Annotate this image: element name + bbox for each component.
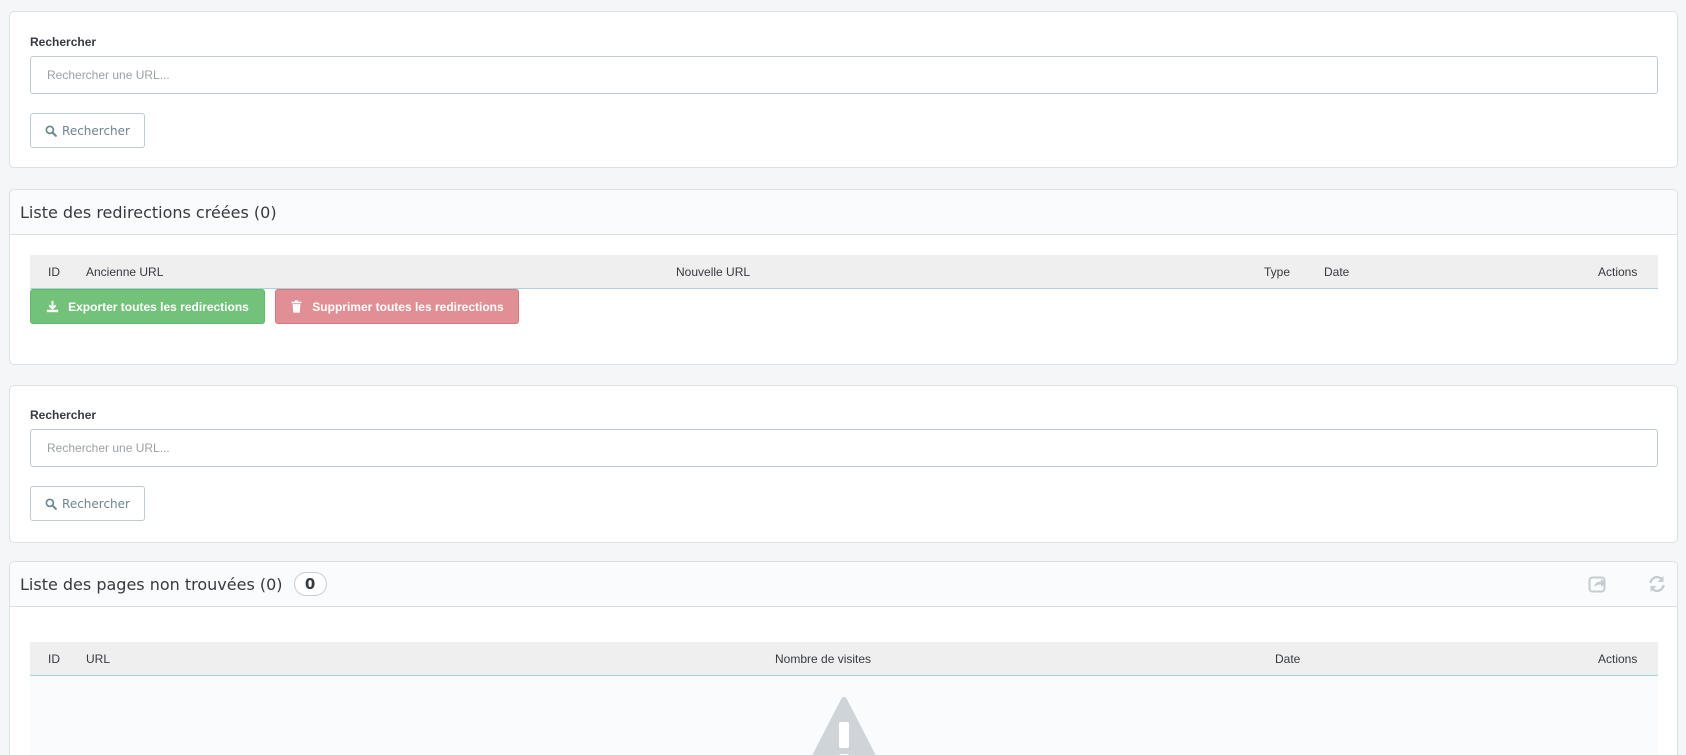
column-type: Type bbox=[1264, 265, 1291, 279]
not-found-table-header: ID URL Nombre de visites Date Actions bbox=[30, 642, 1658, 676]
search-button-label: Rechercher bbox=[62, 123, 130, 138]
search-label: Rechercher bbox=[30, 35, 97, 49]
redirections-panel: Liste des redirections créées (0) ID Anc… bbox=[9, 189, 1678, 365]
empty-table-area bbox=[30, 676, 1658, 755]
column-id: ID bbox=[48, 265, 60, 279]
not-found-panel: Liste des pages non trouvées (0) 0 ID UR… bbox=[9, 561, 1678, 755]
search-panel-top: Rechercher Rechercher bbox=[9, 11, 1678, 168]
refresh-icon[interactable] bbox=[1647, 574, 1667, 594]
column-url: URL bbox=[86, 652, 111, 666]
column-actions: Actions bbox=[1598, 265, 1638, 279]
not-found-heading: Liste des pages non trouvées (0) 0 bbox=[10, 562, 1677, 607]
column-new-url: Nouvelle URL bbox=[676, 265, 751, 279]
download-icon bbox=[46, 300, 59, 313]
search-icon bbox=[45, 125, 57, 137]
search-input[interactable] bbox=[30, 56, 1658, 94]
not-found-title: Liste des pages non trouvées (0) bbox=[20, 574, 283, 594]
export-redirections-button[interactable]: Exporter toutes les redirections bbox=[30, 289, 265, 324]
export-label: Exporter toutes les redirections bbox=[68, 299, 249, 314]
delete-label: Supprimer toutes les redirections bbox=[312, 299, 504, 314]
column-old-url: Ancienne URL bbox=[86, 265, 164, 279]
search-button[interactable]: Rechercher bbox=[30, 486, 145, 521]
redirections-title: Liste des redirections créées (0) bbox=[20, 202, 277, 222]
redirections-heading: Liste des redirections créées (0) bbox=[10, 190, 1677, 235]
search-button-label: Rechercher bbox=[62, 496, 130, 511]
column-visits: Nombre de visites bbox=[775, 652, 872, 666]
search-button[interactable]: Rechercher bbox=[30, 113, 145, 148]
redirections-table-header: ID Ancienne URL Nouvelle URL Type Date A… bbox=[30, 255, 1658, 289]
column-date: Date bbox=[1275, 652, 1301, 666]
column-id: ID bbox=[48, 652, 60, 666]
column-date: Date bbox=[1324, 265, 1350, 279]
search-icon bbox=[45, 498, 57, 510]
search-label: Rechercher bbox=[30, 408, 97, 422]
share-icon[interactable] bbox=[1588, 574, 1608, 594]
delete-redirections-button[interactable]: Supprimer toutes les redirections bbox=[275, 289, 519, 324]
trash-icon bbox=[291, 300, 302, 313]
search-panel-bottom: Rechercher Rechercher bbox=[9, 385, 1678, 543]
column-actions: Actions bbox=[1598, 652, 1638, 666]
warning-icon bbox=[812, 697, 876, 755]
search-input[interactable] bbox=[30, 429, 1658, 467]
not-found-count-badge: 0 bbox=[293, 572, 327, 596]
